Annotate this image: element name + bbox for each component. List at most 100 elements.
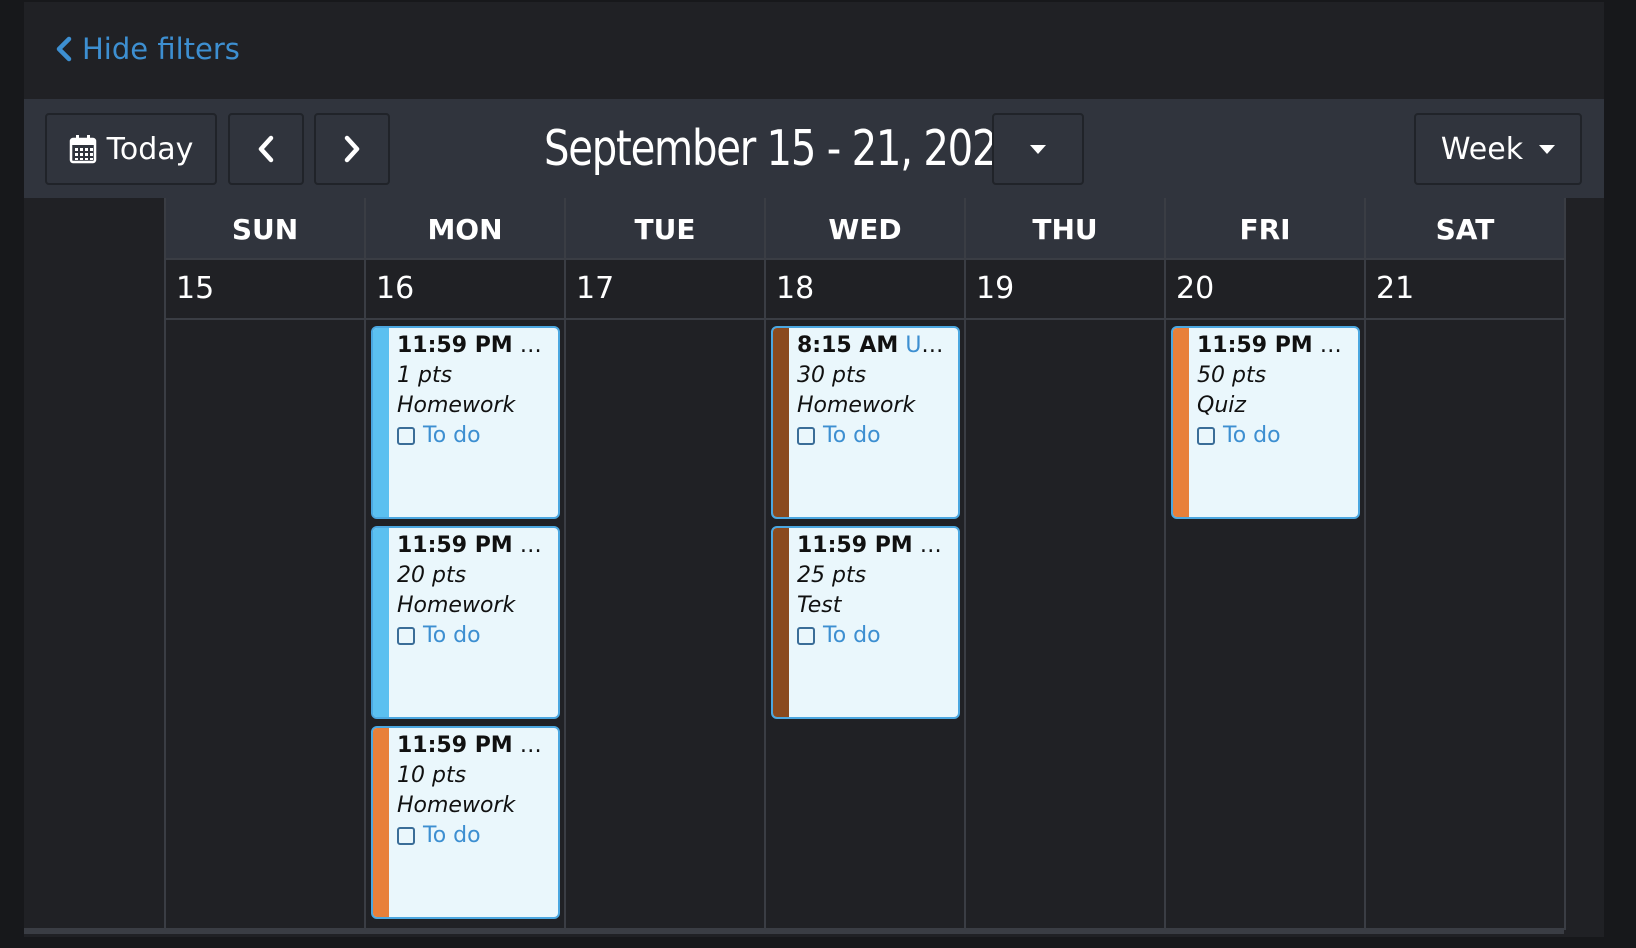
event-card[interactable]: 8:15 AM Uni...30 ptsHomeworkTo do [771,326,960,519]
view-select[interactable]: Week [1414,113,1582,185]
event-content: 8:15 AM Uni...30 ptsHomeworkTo do [797,331,954,451]
event-points: 10 pts [397,763,467,788]
today-button[interactable]: Today [45,113,217,185]
day-header-fri: FRI [1166,198,1366,260]
filters-bar: Hide filters [24,2,1604,99]
event-title-link[interactable]: Un... [920,533,954,558]
event-card[interactable]: 11:59 PM Un...25 ptsTestTo do [771,526,960,719]
event-points: 1 pts [397,363,453,388]
todo-label: To do [823,423,881,448]
todo-toggle[interactable]: To do [797,621,954,651]
event-heading: 11:59 PM Un... [797,531,954,561]
event-card[interactable]: 11:59 PM N... 1 pts Homework To do [371,326,560,519]
event-color-stripe [373,528,389,717]
event-card[interactable]: 11:59 PM Un...10 ptsHomeworkTo do [371,726,560,919]
chevron-right-icon [344,135,360,163]
event-color-stripe [773,328,789,517]
todo-toggle[interactable]: To do [797,421,954,451]
event-content: 11:59 PM Pr...20 ptsHomeworkTo do [397,531,554,651]
event-title-link[interactable]: N... [520,333,554,358]
todo-checkbox[interactable] [797,627,815,645]
calendar-app: Hide filters Today September 15 - 21, 20… [24,2,1604,937]
today-label: Today [106,131,194,167]
event-heading: 11:59 PM N... [397,331,554,361]
date-number-16[interactable]: 16 [366,260,566,318]
date-number-20[interactable]: 20 [1166,260,1366,318]
todo-label: To do [1223,423,1281,448]
event-heading: 11:59 PM Un... [397,731,554,761]
event-card[interactable]: 11:59 PM Vo...50 ptsQuizTo do [1171,326,1360,519]
event-color-stripe [373,728,389,917]
date-number-18[interactable]: 18 [766,260,966,318]
caret-down-icon [1030,144,1046,154]
event-time: 11:59 PM [797,533,913,558]
event-heading: 11:59 PM Pr... [397,531,554,561]
next-week-button[interactable] [314,113,390,185]
todo-checkbox[interactable] [797,427,815,445]
event-content: 11:59 PM Un...25 ptsTestTo do [797,531,954,651]
todo-toggle[interactable]: To do [397,821,554,851]
todo-label: To do [423,823,481,848]
day-header-thu: THU [966,198,1166,260]
event-color-stripe [773,528,789,717]
todo-toggle[interactable]: To do [397,621,554,651]
event-type: Homework [397,593,516,618]
caret-down-icon [1539,144,1556,154]
todo-label: To do [423,423,481,448]
calendar-toolbar: Today September 15 - 21, 2024 Week [24,99,1604,198]
previous-week-button[interactable] [228,113,304,185]
day-column-sat[interactable] [1366,320,1566,930]
week-grid: SUN MON TUE WED THU FRI SAT 15 16 17 18 … [164,198,1566,930]
event-time: 11:59 PM [1197,333,1313,358]
event-content: 11:59 PM N... 1 pts Homework To do [397,331,554,451]
event-time: 11:59 PM [397,733,513,758]
date-number-19[interactable]: 19 [966,260,1166,318]
chevron-left-icon [258,135,274,163]
day-header-row: SUN MON TUE WED THU FRI SAT [166,198,1566,260]
day-column-tue[interactable] [566,320,766,930]
bottom-scrollbar[interactable] [24,928,1564,934]
event-time: 8:15 AM [797,333,899,358]
day-column-fri[interactable]: 11:59 PM Vo...50 ptsQuizTo do [1166,320,1366,930]
todo-checkbox[interactable] [397,427,415,445]
hide-filters-link[interactable]: Hide filters [54,32,240,66]
event-color-stripe [1173,328,1189,517]
event-points: 30 pts [797,363,867,388]
todo-checkbox[interactable] [1197,427,1215,445]
day-header-sat: SAT [1366,198,1566,260]
date-number-15[interactable]: 15 [166,260,366,318]
event-color-stripe [373,328,389,517]
event-points: 25 pts [797,563,867,588]
event-type: Homework [797,393,916,418]
day-column-sun[interactable] [166,320,366,930]
event-card[interactable]: 11:59 PM Pr...20 ptsHomeworkTo do [371,526,560,719]
day-column-thu[interactable] [966,320,1166,930]
event-title-link[interactable]: Un... [520,733,554,758]
event-heading: 8:15 AM Uni... [797,331,954,361]
todo-toggle[interactable]: To do [1197,421,1354,451]
event-title-link[interactable]: Uni... [905,333,954,358]
view-label: Week [1440,131,1524,167]
date-picker-dropdown[interactable] [992,113,1084,185]
event-title-link[interactable]: Pr... [520,533,554,558]
period-title: September 15 - 21, 2024 [544,120,1022,177]
event-title-link[interactable]: Vo... [1320,333,1354,358]
event-type: Homework [397,793,516,818]
day-column-mon[interactable]: 11:59 PM N... 1 pts Homework To do 11:59 PM … [366,320,566,930]
todo-checkbox[interactable] [397,627,415,645]
calendar-icon [69,135,96,164]
event-type: Test [797,593,842,618]
day-header-mon: MON [366,198,566,260]
date-number-21[interactable]: 21 [1366,260,1566,318]
event-points: 50 pts [1197,363,1267,388]
day-header-tue: TUE [566,198,766,260]
event-heading: 11:59 PM Vo... [1197,331,1354,361]
day-columns: 11:59 PM N... 1 pts Homework To do 11:59 PM … [166,320,1566,930]
chevron-left-icon [56,36,72,62]
todo-checkbox[interactable] [397,827,415,845]
day-column-wed[interactable]: 8:15 AM Uni...30 ptsHomeworkTo do11:59 P… [766,320,966,930]
event-time: 11:59 PM [397,533,513,558]
todo-label: To do [423,623,481,648]
date-number-17[interactable]: 17 [566,260,766,318]
todo-toggle[interactable]: To do [397,421,554,451]
